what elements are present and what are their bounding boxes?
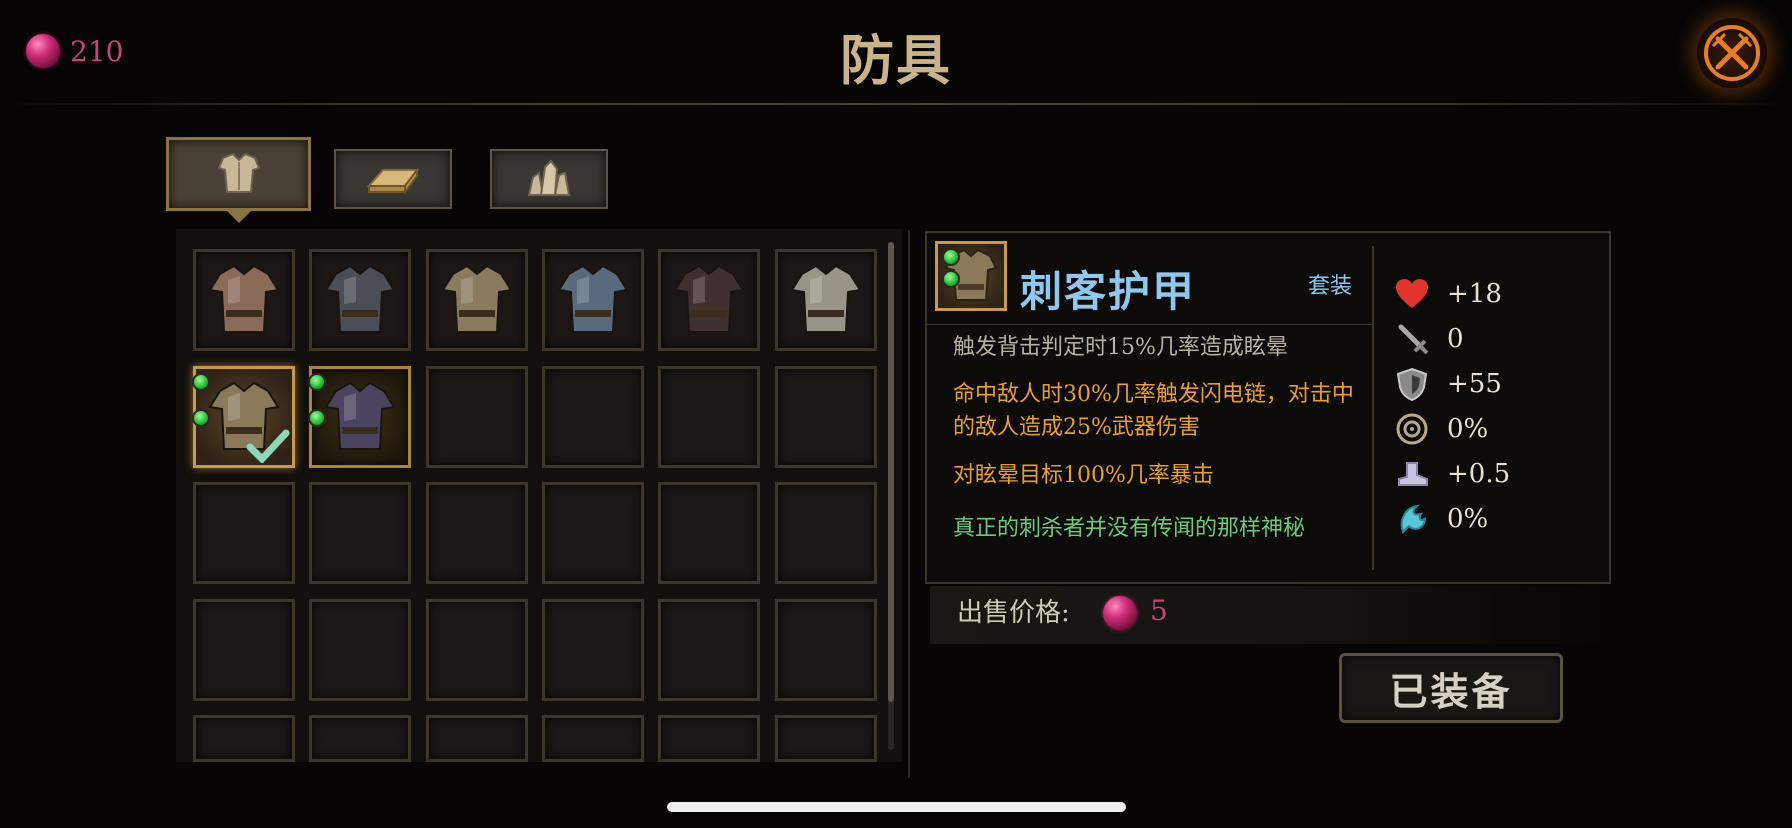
home-indicator[interactable]: [667, 802, 1126, 812]
inventory-slot-empty[interactable]: [775, 715, 877, 762]
item-effect-description: 触发背击判定时15%几率造成眩晕: [953, 335, 1288, 360]
leather-armor-icon: [208, 264, 280, 333]
inventory-slot-empty[interactable]: [309, 599, 411, 701]
critical-target-icon: [1396, 413, 1428, 445]
panel-divider: [908, 230, 910, 778]
socket-green: [308, 409, 326, 427]
checkmark-icon: [246, 429, 290, 463]
socket-green: [192, 373, 210, 391]
stat-health: +18: [1395, 274, 1502, 314]
inventory-slot-empty[interactable]: [426, 482, 528, 584]
crystal-icon: [527, 159, 571, 196]
inventory-slot-empty[interactable]: [775, 599, 877, 701]
inventory-slot-empty[interactable]: [658, 366, 760, 468]
blue-plate-armor-icon: [557, 264, 629, 333]
inventory-slot-blue-plate-armor[interactable]: [542, 249, 644, 351]
inventory-slot-silver-plate-armor[interactable]: [775, 249, 877, 351]
inventory-slot-empty[interactable]: [193, 715, 295, 762]
pink-gem-icon: [1103, 596, 1137, 630]
inventory-slot-bronze-plate-armor[interactable]: [426, 249, 528, 351]
socket-green: [942, 270, 960, 288]
inventory-slot-empty[interactable]: [542, 482, 644, 584]
inventory-slot-empty[interactable]: [658, 599, 760, 701]
heart-icon: [1396, 279, 1428, 308]
breastplate-icon: [217, 152, 260, 193]
inventory-slot-empty[interactable]: [309, 482, 411, 584]
inventory-slot-empty[interactable]: [426, 715, 528, 762]
inventory-slot-dark-plate-armor[interactable]: [309, 249, 411, 351]
gold-bar-icon: [366, 167, 419, 195]
inventory-slot-empty[interactable]: [309, 715, 411, 762]
boot-icon: [1398, 462, 1428, 486]
item-effect-description: 命中敌人时30%几率触发闪电链，对击中的敌人造成25%武器伤害: [953, 382, 1354, 440]
inventory-slot-empty[interactable]: [775, 366, 877, 468]
stat-speed: +0.5: [1395, 454, 1510, 494]
header-divider: [0, 103, 1792, 105]
stat-value: +18: [1447, 279, 1502, 309]
item-flavor-text: 真正的刺杀者并没有传闻的那样神秘: [953, 516, 1306, 541]
item-detail-icon: [935, 241, 1007, 311]
close-button[interactable]: [1697, 18, 1767, 88]
stat-critical: 0%: [1395, 409, 1488, 449]
hooded-cloak-armor-icon: [673, 264, 745, 333]
inventory-slot-empty[interactable]: [426, 599, 528, 701]
socket-green: [942, 248, 960, 266]
stat-divider: [1372, 246, 1374, 570]
sword-icon: [1398, 324, 1429, 355]
bronze-plate-armor-icon: [441, 264, 513, 333]
stat-value: +0.5: [1447, 459, 1511, 489]
socket-green: [308, 373, 326, 391]
name-divider: [925, 324, 1373, 325]
stat-value: 0%: [1447, 504, 1489, 534]
inventory-slot-hooded-cloak-armor[interactable]: [658, 249, 760, 351]
tab-material[interactable]: [334, 149, 452, 209]
inventory-slot-empty[interactable]: [658, 482, 760, 584]
shield-icon: [1396, 367, 1428, 401]
active-tab-pointer: [227, 211, 251, 223]
sell-price-value: 5: [1150, 594, 1168, 627]
inventory-slot-empty[interactable]: [658, 715, 760, 762]
stat-attack: 0: [1395, 319, 1464, 359]
equipped-button-label: 已装备: [1389, 668, 1513, 714]
scrollbar-thumb[interactable]: [888, 242, 894, 702]
tab-gem[interactable]: [490, 149, 608, 209]
leech-icon: [1400, 504, 1426, 534]
stat-value: +55: [1447, 369, 1502, 399]
inventory-slot-assassin-armor[interactable]: [192, 366, 295, 468]
inventory-slot-empty[interactable]: [775, 482, 877, 584]
inventory-slot-empty[interactable]: [542, 366, 644, 468]
sell-price-label: 出售价格:: [957, 598, 1070, 628]
stat-leech: 0%: [1395, 499, 1488, 539]
inventory-slot-empty[interactable]: [542, 715, 644, 762]
inventory-slot-empty[interactable]: [193, 482, 295, 584]
stat-value: 0: [1447, 324, 1464, 354]
stat-value: 0%: [1447, 414, 1489, 444]
socket-green: [192, 409, 210, 427]
item-effect-description: 对眩晕目标100%几率暴击: [953, 463, 1214, 488]
silver-plate-armor-icon: [790, 264, 862, 333]
inventory-slot-empty[interactable]: [193, 599, 295, 701]
inventory-slot-leather-armor[interactable]: [193, 249, 295, 351]
equipped-button[interactable]: 已装备: [1339, 653, 1563, 723]
item-name: 刺客护甲: [1020, 267, 1197, 316]
inventory-slot-empty[interactable]: [426, 366, 528, 468]
shadow-armor-icon: [324, 381, 396, 450]
page-title: 防具: [840, 28, 952, 92]
dark-plate-armor-icon: [324, 264, 396, 333]
inventory-slot-empty[interactable]: [542, 599, 644, 701]
crossed-swords-icon: [1704, 25, 1760, 81]
tab-armor[interactable]: [166, 137, 311, 211]
inventory-slot-shadow-armor[interactable]: [308, 366, 411, 468]
stat-defense: +55: [1395, 364, 1502, 404]
set-label[interactable]: 套装: [1308, 268, 1352, 300]
